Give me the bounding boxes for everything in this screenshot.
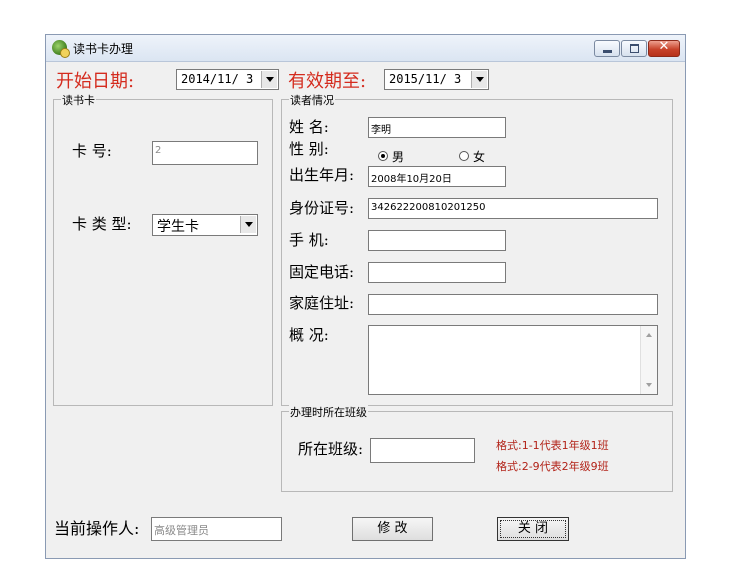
phone-field[interactable] xyxy=(368,262,506,283)
birth-field[interactable]: 2008年10月20日 xyxy=(368,166,506,187)
start-date-label: 开始日期: xyxy=(56,71,135,92)
name-value: 李明 xyxy=(371,125,391,136)
end-date-value: 2015/11/ 3 xyxy=(389,72,462,86)
mobile-field[interactable] xyxy=(368,230,506,251)
close-button-label: 关 闭 xyxy=(517,521,549,536)
card-no-field[interactable]: 2 xyxy=(152,141,258,165)
close-window-button[interactable]: ✕ xyxy=(648,39,680,57)
id-number-value: 342622200810201250 xyxy=(371,202,486,213)
summary-scrollbar[interactable] xyxy=(640,326,657,394)
mobile-label: 手 机: xyxy=(289,231,329,249)
card-no-label: 卡 号: xyxy=(72,142,112,160)
summary-label: 概 况: xyxy=(289,326,329,344)
window-title: 读书卡办理 xyxy=(73,42,134,56)
scroll-down-arrow-icon[interactable] xyxy=(646,383,652,387)
birth-label: 出生年月: xyxy=(289,166,355,184)
card-type-dropdown-icon[interactable] xyxy=(240,216,256,233)
close-button[interactable]: 关 闭 xyxy=(497,517,569,541)
title-bar: 读书卡办理 ✕ xyxy=(46,35,685,62)
class-format-hint-1: 格式:1-1代表1年级1班 xyxy=(496,439,609,452)
modify-button[interactable]: 修 改 xyxy=(352,517,433,541)
class-format-hint-2: 格式:2-9代表2年级9班 xyxy=(496,460,609,473)
scroll-up-arrow-icon[interactable] xyxy=(646,333,652,337)
operator-field[interactable]: 高级管理员 xyxy=(151,517,282,541)
close-icon: ✕ xyxy=(658,39,670,54)
maximize-button[interactable] xyxy=(621,40,647,57)
address-label: 家庭住址: xyxy=(289,294,355,312)
start-date-picker[interactable]: 2014/11/ 3 xyxy=(176,69,279,90)
card-type-label: 卡 类 型: xyxy=(72,215,132,233)
class-label: 所在班级: xyxy=(298,440,364,458)
end-date-picker[interactable]: 2015/11/ 3 xyxy=(384,69,489,90)
card-type-value: 学生卡 xyxy=(157,219,199,235)
card-no-value: 2 xyxy=(155,145,162,156)
minimize-button[interactable] xyxy=(594,40,620,57)
reader-group-title: 读者情况 xyxy=(289,92,335,108)
id-number-field[interactable]: 342622200810201250 xyxy=(368,198,658,219)
operator-value: 高级管理员 xyxy=(154,524,209,537)
address-field[interactable] xyxy=(368,294,658,315)
end-date-label: 有效期至: xyxy=(288,71,367,92)
class-group-title: 办理时所在班级 xyxy=(289,404,368,420)
gender-label: 性 别: xyxy=(289,140,329,158)
start-date-dropdown-icon[interactable] xyxy=(261,71,277,88)
phone-label: 固定电话: xyxy=(289,263,355,281)
card-group: 读书卡 卡 号: 2 卡 类 型: 学生卡 xyxy=(53,92,273,406)
card-management-window: 读书卡办理 ✕ 开始日期: 2014/11/ 3 有效期至: 2015/11/ … xyxy=(45,34,686,559)
card-group-title: 读书卡 xyxy=(61,92,96,108)
end-date-dropdown-icon[interactable] xyxy=(471,71,487,88)
name-field[interactable]: 李明 xyxy=(368,117,506,138)
app-icon xyxy=(52,40,70,58)
gender-male-radio[interactable] xyxy=(378,151,388,161)
operator-label: 当前操作人: xyxy=(54,519,140,538)
reader-info-group: 读者情况 姓 名: 李明 性 别: 男 女 出生年月: 2008年10月20日 … xyxy=(281,92,673,406)
id-label: 身份证号: xyxy=(289,199,355,217)
gender-female-label: 女 xyxy=(473,150,486,164)
name-label: 姓 名: xyxy=(289,118,329,136)
class-field[interactable] xyxy=(370,438,475,463)
summary-textarea[interactable] xyxy=(368,325,658,395)
gender-female-radio[interactable] xyxy=(459,151,469,161)
start-date-value: 2014/11/ 3 xyxy=(181,72,254,86)
class-group: 办理时所在班级 所在班级: 格式:1-1代表1年级1班 格式:2-9代表2年级9… xyxy=(281,404,673,492)
gender-male-label: 男 xyxy=(392,150,405,164)
birth-value: 2008年10月20日 xyxy=(371,174,452,185)
card-type-select[interactable]: 学生卡 xyxy=(152,214,258,236)
